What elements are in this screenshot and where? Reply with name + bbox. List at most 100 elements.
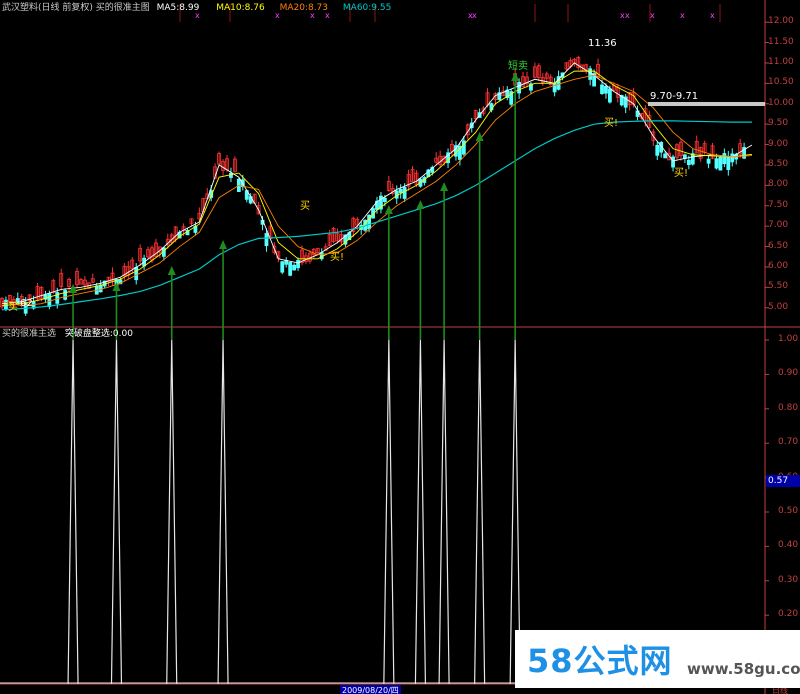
candle-body: [461, 140, 466, 155]
watermark-brand: 58公式网: [527, 642, 673, 680]
low-price-label: 62: [20, 298, 33, 309]
price-tick-label: 11.00: [768, 56, 794, 67]
buy-arrow-head: [219, 240, 228, 249]
ma10-label: MA10:8.76: [216, 3, 265, 13]
candle-body: [296, 259, 300, 269]
signal-spike: [110, 339, 123, 685]
price-tick-label: 8.50: [768, 158, 789, 169]
chart-canvas[interactable]: xxxxxxxxxxx: [0, 0, 800, 694]
ma5-label: MA5:8.99: [156, 3, 200, 13]
top-marker: x: [625, 11, 630, 20]
ma-line-ma20: [1, 74, 753, 307]
buy-signal-arrows: [69, 72, 520, 340]
candle-body: [722, 153, 727, 165]
main-legend: 武汉塑料(日线 前复权) 买的很准主图 MA5:8.99 MA10:8.76 M…: [2, 3, 391, 14]
short-sell-label: 短卖: [508, 61, 528, 72]
ma60-label: MA60:9.55: [342, 3, 392, 13]
candle-body: [726, 156, 731, 170]
candle-body: [398, 188, 403, 194]
sub-tick-label: 0.80: [778, 402, 799, 413]
top-marker: x: [680, 11, 685, 20]
sub-legend: 买的很准主选 突破盘整选:0.00: [2, 329, 133, 340]
price-tick-label: 5.00: [768, 301, 789, 312]
signal-spike: [438, 339, 450, 685]
sub-tick-label: 0.40: [778, 540, 799, 551]
candle-body: [718, 156, 723, 171]
price-tick-label: 12.00: [768, 16, 794, 27]
price-axis-ticks: [765, 21, 769, 616]
price-tick-label: 6.00: [768, 260, 789, 271]
sub-tick-label: 0.90: [778, 368, 799, 379]
high-price-label: 11.36: [588, 38, 617, 49]
price-tick-label: 8.00: [768, 179, 789, 190]
buy-arrow-head: [511, 72, 520, 81]
bottom-date: 2009/08/20/四: [340, 685, 401, 694]
price-tick-label: 9.00: [768, 138, 789, 149]
buy-arrow-head: [416, 200, 425, 209]
price-tick-label: 7.00: [768, 220, 789, 231]
sub-tick-label: 0.30: [778, 574, 799, 585]
candle-body: [517, 81, 522, 94]
candle-body: [134, 266, 139, 281]
buy-label-2: 买: [300, 201, 310, 212]
watermark-url: www.58gu.com: [687, 660, 800, 678]
candle-body: [382, 197, 387, 203]
candle-body: [655, 144, 660, 156]
signal-spike: [217, 339, 229, 685]
price-tick-label: 10.00: [768, 97, 794, 108]
signal-spike: [383, 339, 395, 685]
price-tick-label: 6.50: [768, 240, 789, 251]
candle-body: [402, 187, 407, 199]
signal-spike: [166, 339, 178, 685]
main-title: 武汉塑料(日线 前复权) 买的很准主图: [2, 3, 150, 13]
ma20-label: MA20:8.73: [279, 3, 329, 13]
moving-average-lines: [1, 62, 753, 311]
ma-line-ma10: [1, 70, 753, 307]
buy-label-4: 买!: [604, 118, 619, 129]
sub-tick-label: 1.00: [778, 334, 799, 344]
sub-title: 买的很准主选: [2, 329, 57, 339]
top-marker: x: [650, 11, 655, 20]
buy-label-1: 买: [8, 302, 18, 313]
sub-tick-label: 0.50: [778, 506, 799, 516]
candle-body: [63, 290, 68, 300]
buy-label-3: 买!: [330, 252, 345, 263]
signal-spike: [414, 339, 427, 685]
candle-body: [292, 264, 297, 271]
sub-value: 突破盘整选:0.00: [64, 329, 133, 339]
price-tick-label: 7.50: [768, 199, 789, 210]
resistance-label: 9.70-9.71: [650, 91, 699, 102]
candle-body: [714, 158, 719, 169]
price-tick-label: 11.50: [768, 36, 794, 47]
cursor-value-box: 0.57: [766, 475, 800, 487]
top-marker: x: [710, 11, 715, 20]
candle-body: [280, 261, 285, 273]
candle-body: [288, 262, 293, 276]
candlesticks: [0, 55, 747, 316]
candle-body: [607, 88, 612, 103]
resistance-line: [648, 102, 765, 106]
buy-arrow-head: [440, 182, 449, 191]
buy-arrow-head: [167, 266, 176, 275]
price-tick-label: 5.50: [768, 281, 789, 292]
candle-body: [264, 233, 269, 247]
candle-body: [4, 299, 8, 310]
signal-spike: [67, 339, 79, 685]
candle-body: [600, 84, 604, 94]
top-marker: x: [472, 11, 477, 20]
candle-body: [730, 153, 735, 163]
sub-tick-label: 0.70: [778, 437, 799, 448]
ma-line-ma5: [1, 62, 753, 305]
price-tick-label: 9.50: [768, 118, 789, 129]
candle-body: [706, 158, 711, 164]
candle-body: [604, 85, 608, 94]
signal-spike: [474, 339, 486, 685]
resistance-band: [648, 102, 765, 106]
sub-tick-label: 0.20: [778, 609, 799, 620]
watermark: 58公式网 www.58gu.com: [515, 630, 800, 688]
candle-body: [588, 68, 593, 80]
stock-chart-window: xxxxxxxxxxx 武汉塑料(日线 前复权) 买的很准主图 MA5:8.99…: [0, 0, 800, 694]
price-tick-label: 10.50: [768, 77, 794, 88]
candle-body: [47, 293, 52, 307]
buy-label-5: 买!: [674, 168, 689, 179]
